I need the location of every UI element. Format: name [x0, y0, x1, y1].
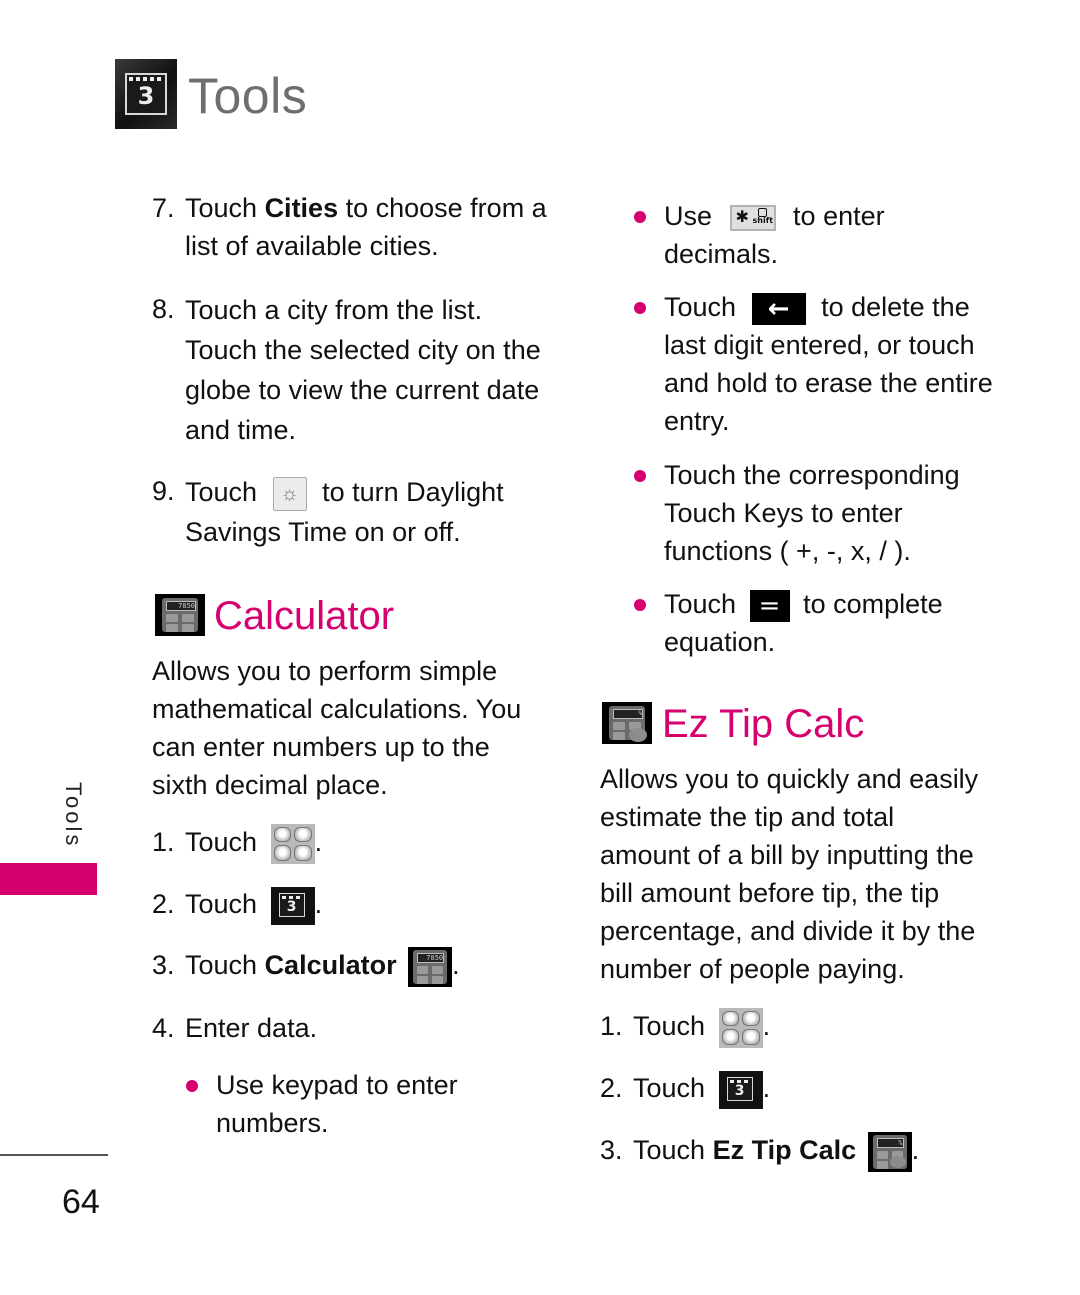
calculator-heading: Calculator: [214, 594, 395, 638]
step-text: Savings Time on or off.: [185, 517, 461, 547]
step-suffix: .: [762, 1011, 771, 1041]
calculator-description: Allows you to perform simple mathematica…: [152, 652, 521, 804]
step-suffix: .: [452, 950, 460, 980]
bullet-text: Touch: [664, 292, 737, 322]
step-suffix: .: [314, 827, 323, 857]
step-number: 4.: [152, 1013, 175, 1043]
star-shift-key-icon: ✱ shift: [729, 204, 776, 231]
description-line: mathematical calculations. You: [152, 694, 522, 724]
bullet-text: to enter: [793, 201, 885, 231]
bullet-text: last digit entered, or touch: [664, 330, 975, 360]
step-text: Enter data.: [185, 1013, 318, 1043]
bullet-text: equation.: [664, 627, 776, 657]
page-number: 64: [62, 1183, 100, 1221]
bullet-text: to complete: [803, 589, 943, 619]
bullet-text: decimals.: [664, 239, 779, 269]
step-text: Touch: [185, 950, 265, 980]
bullet-text: numbers.: [216, 1108, 329, 1138]
chapter-number: 3: [137, 82, 155, 110]
backspace-arrow-icon: ←: [751, 292, 806, 325]
step-text: Touch: [185, 193, 265, 223]
calculator-icon: 7850: [155, 594, 205, 636]
step-number: 2.: [600, 1073, 623, 1103]
bullet-text: Touch the corresponding: [664, 460, 960, 490]
menu-grid-icon: [270, 823, 315, 864]
step-text: globe to view the current date: [185, 375, 540, 405]
bullet-dot: [634, 211, 646, 223]
step-number: 7.: [152, 193, 175, 223]
description-line: amount of a bill by inputting the: [600, 840, 974, 870]
calculator-display: 7850: [166, 601, 196, 611]
description-line: Allows you to perform simple: [152, 656, 498, 686]
bullet-dot: [634, 302, 646, 314]
step-text: to choose from a: [338, 193, 547, 223]
description-line: can enter numbers up to the: [152, 732, 490, 762]
ez-tip-calc-description: Allows you to quickly and easily estimat…: [600, 760, 978, 988]
description-line: sixth decimal place.: [152, 770, 388, 800]
lock-icon: [757, 207, 767, 217]
step-suffix: .: [762, 1073, 771, 1103]
tools-calendar-icon: 3: [270, 886, 315, 925]
bullet-text: Touch Keys to enter: [664, 498, 903, 528]
bullet-dot: [634, 599, 646, 611]
step-text: Touch: [185, 889, 258, 919]
ez-tip-calc-heading: Ez Tip Calc: [662, 702, 865, 746]
step-number: 8.: [152, 294, 175, 324]
bullet-text: Touch: [664, 589, 737, 619]
step-number: 9.: [152, 476, 175, 506]
star-glyph: ✱: [735, 206, 749, 226]
tip-calculator-icon: %: [867, 1131, 912, 1172]
step-suffix: .: [314, 889, 323, 919]
step-text: Touch the selected city on the: [185, 335, 541, 365]
keyword-cities: Cities: [264, 193, 339, 223]
bullet-text: to delete the: [821, 292, 970, 322]
step-text: Touch: [185, 477, 258, 507]
bullet-dot: [186, 1080, 198, 1092]
description-line: estimate the tip and total: [600, 802, 895, 832]
step-number: 3.: [152, 950, 175, 980]
step-text: Touch: [633, 1073, 706, 1103]
step-text: and time.: [185, 415, 297, 445]
step-text: to turn Daylight: [322, 477, 504, 507]
step-text: Touch a city from the list.: [185, 295, 483, 325]
bullet-text: and hold to erase the entire: [664, 368, 993, 398]
description-line: Allows you to quickly and easily: [600, 764, 979, 794]
side-tab-label: Tools: [61, 782, 86, 849]
tip-calculator-icon: %: [602, 702, 652, 744]
bullet-dot: [634, 470, 646, 482]
step-number: 1.: [152, 827, 175, 857]
step-text: Touch: [633, 1135, 713, 1165]
step-number: 3.: [600, 1135, 623, 1165]
calculator-icon: 7850: [408, 946, 453, 987]
step-number: 2.: [152, 889, 175, 919]
coins-icon: [629, 728, 647, 742]
bullet-text: entry.: [664, 406, 730, 436]
footer-divider: [0, 1154, 108, 1156]
keyword-calculator: Calculator: [264, 950, 397, 980]
equals-key-icon: =: [749, 589, 790, 622]
keyword-ez-tip-calc: Ez Tip Calc: [712, 1135, 857, 1165]
bullet-text: Use: [664, 201, 713, 231]
step-text: Touch: [633, 1011, 706, 1041]
description-line: percentage, and divide it by the: [600, 916, 976, 946]
step-suffix: .: [911, 1135, 920, 1165]
tools-calendar-icon: 3: [718, 1070, 763, 1109]
description-line: bill amount before tip, the tip: [600, 878, 940, 908]
step-text: list of available cities.: [185, 231, 439, 261]
bullet-text: functions ( +, -, x, / ).: [664, 536, 911, 566]
chapter-title: Tools: [188, 68, 308, 124]
step-text: Touch: [185, 827, 258, 857]
calendar-3-icon: 3: [115, 59, 177, 129]
description-line: number of people paying.: [600, 954, 905, 984]
side-tab-bar: [0, 863, 97, 895]
shift-glyph: shift: [752, 215, 774, 225]
daylight-savings-icon: ☼: [272, 476, 307, 511]
step-number: 1.: [600, 1011, 623, 1041]
bullet-text: Use keypad to enter: [216, 1070, 458, 1100]
menu-grid-icon: [718, 1007, 763, 1048]
